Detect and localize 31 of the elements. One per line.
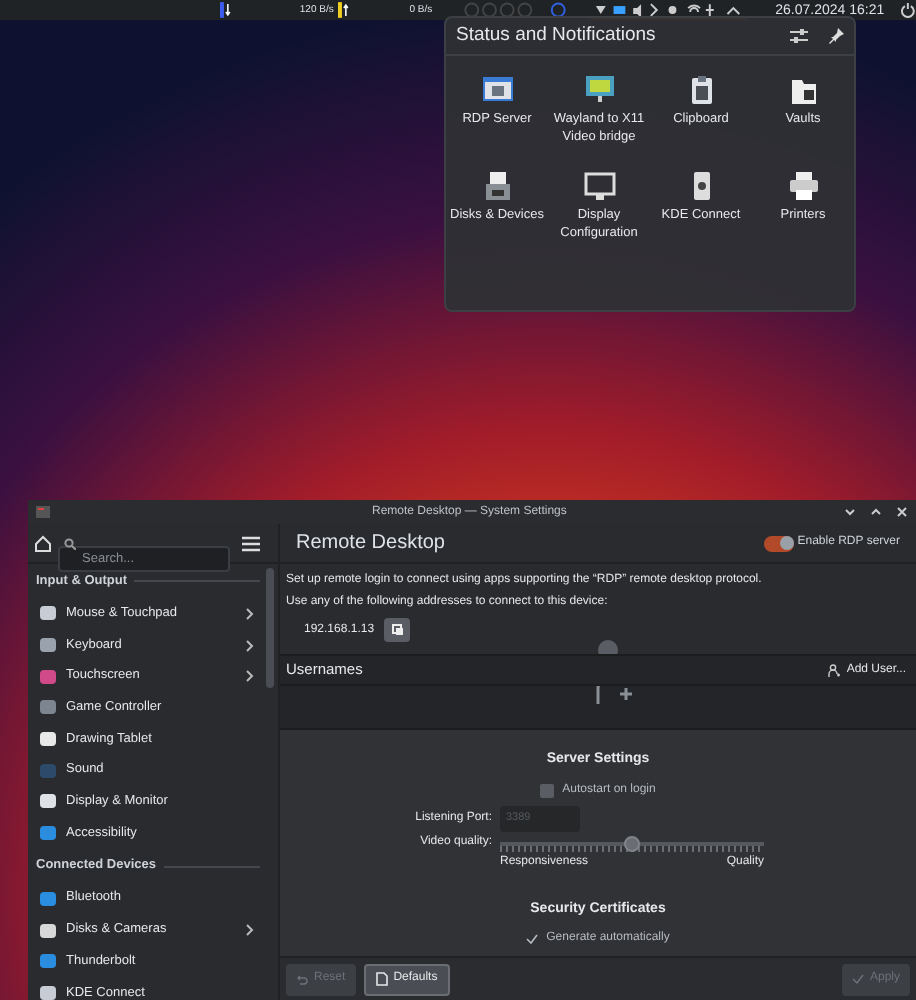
checkmark-icon[interactable] xyxy=(526,934,539,944)
monitor-icon[interactable] xyxy=(583,74,615,106)
home-icon[interactable] xyxy=(34,534,52,552)
checkmark-icon xyxy=(851,974,864,984)
page-title: Remote Desktop xyxy=(296,530,447,558)
settings-sliders-icon[interactable] xyxy=(790,28,808,44)
copy-icon xyxy=(391,624,404,636)
popup-title: Status and Notifications xyxy=(456,21,658,50)
search-icon xyxy=(64,537,76,549)
app-icon xyxy=(36,506,50,518)
undo-icon xyxy=(296,973,308,985)
download-arrow-icon xyxy=(220,2,232,18)
copy-button[interactable] xyxy=(384,618,411,642)
disk-drive-icon[interactable] xyxy=(481,170,513,202)
upload-arrow-icon xyxy=(337,2,350,18)
slider-thumb[interactable] xyxy=(624,835,640,851)
display-icon[interactable] xyxy=(583,170,615,202)
window-icon[interactable] xyxy=(481,74,513,106)
menu-icon[interactable] xyxy=(242,535,260,551)
pin-icon[interactable] xyxy=(828,28,844,44)
folder-lock-icon[interactable] xyxy=(787,74,819,106)
printer-icon[interactable] xyxy=(787,170,819,202)
scrollbar-thumb[interactable] xyxy=(266,568,274,688)
minimize-icon[interactable] xyxy=(844,506,856,518)
enable-toggle[interactable] xyxy=(763,535,794,551)
maximize-icon[interactable] xyxy=(870,506,882,518)
checkbox[interactable] xyxy=(540,783,555,797)
quality-slider[interactable] xyxy=(500,833,764,853)
power-icon[interactable] xyxy=(900,2,916,18)
close-icon[interactable] xyxy=(896,506,908,518)
document-icon xyxy=(375,972,388,986)
